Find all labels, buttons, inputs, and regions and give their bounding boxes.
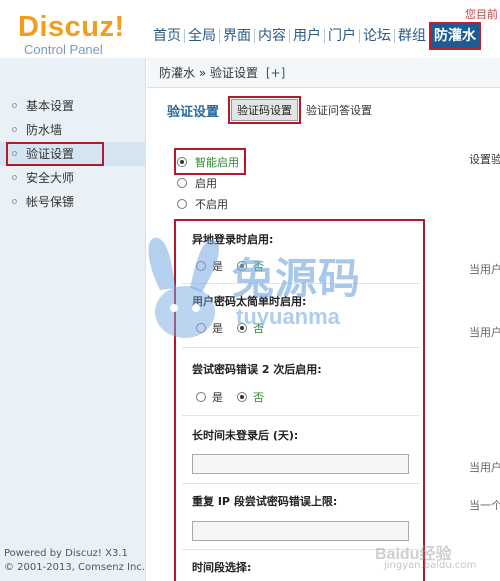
page-title: 验证设置	[167, 104, 220, 120]
sidebar-item-firewall[interactable]: 防水墙	[0, 118, 145, 142]
option-label: 不启用	[195, 197, 228, 211]
footer-copyright: © 2001-2013, Comsenz Inc.	[4, 562, 145, 573]
setting-label-long-inactive: 长时间未登录后 (天):	[192, 429, 299, 442]
nav-item-portal[interactable]: 门户	[325, 24, 359, 48]
sidebar-list: 基本设置 防水墙 验证设置 安全大师 帐号保镖	[0, 94, 145, 214]
logo-main: Discuz!	[18, 11, 125, 43]
wrong-password-radios: 是 否	[196, 389, 278, 405]
divider	[182, 347, 419, 348]
sidebar-item-label: 安全大师	[26, 171, 75, 185]
sidebar-item-security-master[interactable]: 安全大师	[0, 166, 145, 190]
watermark-brand-cn: 兔源码	[232, 255, 362, 302]
footer-powered-by: Powered by Discuz! X3.1	[4, 548, 128, 559]
bullet-icon	[12, 103, 17, 108]
nav-item-interface[interactable]: 界面	[220, 24, 254, 48]
sidebar-item-label: 防水墙	[26, 123, 63, 137]
divider	[182, 415, 419, 416]
setting-label-wrong-password: 尝试密码错误 2 次后启用:	[192, 363, 322, 376]
bullet-icon	[12, 127, 17, 132]
logo-sub: Control Panel	[24, 42, 103, 57]
main-content: 验证设置 验证码设置 验证问答设置 设置验 当用户 当用户 当用户 当一个 智能…	[147, 89, 500, 581]
radio-button[interactable]	[196, 261, 206, 271]
radio-button[interactable]	[196, 392, 206, 402]
right-column-header: 设置验	[469, 153, 500, 166]
nav-item-users[interactable]: 用户	[290, 24, 324, 48]
option-label: 是	[212, 260, 223, 273]
footer-info: Powered by Discuz! X3.1 © 2001-2013, Com…	[4, 547, 145, 575]
option-label: 是	[212, 322, 223, 335]
sidebar: 基本设置 防水墙 验证设置 安全大师 帐号保镖 Powered by Discu…	[0, 58, 146, 581]
radio-button[interactable]	[177, 198, 187, 209]
tab-qa-settings[interactable]: 验证问答设置	[306, 102, 372, 118]
sidebar-item-label: 帐号保镖	[26, 195, 75, 209]
long-inactive-days-input[interactable]	[192, 454, 409, 474]
option-label: 是	[212, 391, 223, 404]
tab-captcha-settings[interactable]: 验证码设置	[228, 96, 302, 124]
title-row: 验证设置 验证码设置 验证问答设置	[167, 96, 372, 124]
captcha-mode-options: 智能启用 启用 不启用	[174, 148, 246, 214]
divider	[182, 483, 419, 484]
sidebar-item-verification-settings[interactable]: 验证设置	[0, 142, 145, 166]
nav-item-content[interactable]: 内容	[255, 24, 289, 48]
bullet-icon	[12, 151, 17, 156]
nav-item-anti-spam[interactable]: 防灌水	[429, 22, 481, 50]
breadcrumb-section[interactable]: 防灌水	[159, 66, 195, 80]
nav-item-global[interactable]: 全局	[185, 24, 219, 48]
option-yes[interactable]: 是	[196, 389, 223, 405]
sidebar-item-label: 基本设置	[26, 99, 75, 113]
setting-label-time-period: 时间段选择:	[192, 561, 252, 574]
bullet-icon	[12, 199, 17, 204]
radio-button[interactable]	[237, 392, 247, 402]
radio-button[interactable]	[177, 177, 187, 188]
option-label: 启用	[195, 176, 217, 190]
breadcrumb: 防灌水 » 验证设置 [+]	[147, 58, 500, 88]
mode-option-smart[interactable]: 智能启用	[174, 148, 246, 175]
bullet-icon	[12, 175, 17, 180]
header: Discuz! Control Panel 您目前 首页 全局 界面 内容 用户…	[0, 0, 500, 58]
add-to-favorites-button[interactable]: [+]	[266, 66, 285, 80]
nav-item-home[interactable]: 首页	[150, 24, 184, 48]
radio-button[interactable]	[196, 323, 206, 333]
breadcrumb-page: 验证设置	[210, 66, 259, 80]
watermark-domain: jingyan.baidu.com	[384, 560, 477, 571]
nav-item-forum[interactable]: 论坛	[360, 24, 394, 48]
radio-button[interactable]	[177, 156, 187, 167]
option-no[interactable]: 否	[237, 389, 264, 405]
option-yes[interactable]: 是	[196, 320, 223, 336]
repeat-ip-limit-input[interactable]	[192, 521, 409, 541]
watermark-brand-en: tuyuanma	[236, 304, 340, 329]
option-label: 否	[253, 391, 264, 404]
top-right-link[interactable]: 您目前	[465, 6, 498, 22]
right-column-note: 当一个	[469, 499, 500, 512]
option-label: 智能启用	[195, 155, 239, 169]
breadcrumb-separator: »	[198, 66, 207, 80]
nav-item-groups[interactable]: 群组	[395, 24, 429, 48]
logo[interactable]: Discuz! Control Panel	[18, 12, 125, 58]
right-column-note: 当用户	[469, 461, 500, 474]
mode-option-disabled[interactable]: 不启用	[177, 193, 243, 214]
right-column-note: 当用户	[469, 326, 500, 339]
top-nav: 首页 全局 界面 内容 用户 门户 论坛 群组 防灌水	[150, 22, 481, 50]
right-column-note: 当用户	[469, 263, 500, 276]
highlight-box	[6, 142, 104, 166]
sidebar-item-account-guard[interactable]: 帐号保镖	[0, 190, 145, 214]
setting-label-repeat-ip: 重复 IP 段尝试密码错误上限:	[192, 495, 338, 508]
mode-option-enabled[interactable]: 启用	[177, 172, 243, 193]
sidebar-item-basic-settings[interactable]: 基本设置	[0, 94, 145, 118]
option-yes[interactable]: 是	[196, 258, 223, 274]
